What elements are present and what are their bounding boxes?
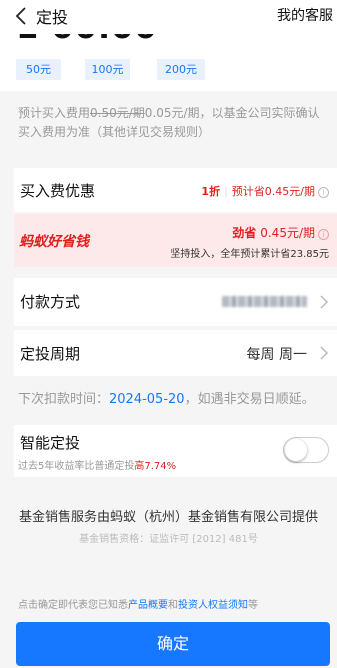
quick-amount-100[interactable]: 100元 xyxy=(85,59,130,80)
promo-subtext: 坚持投入，全年预计累计省23.85元 xyxy=(170,249,329,260)
discount-value: 1折 | 预计省0.45元/期 i xyxy=(201,183,329,199)
agree-suffix: 等 xyxy=(248,600,258,611)
investor-rights-link[interactable]: 投资人权益须知 xyxy=(178,600,248,611)
payment-label: 付款方式 xyxy=(20,293,81,311)
next-debit-date: 2024-05-20 xyxy=(109,392,185,407)
agree-mid: 和 xyxy=(168,600,178,611)
fee-note: 预计买入费用0.50元/期0.05元/期，以基金公司实际确认买入费用为准（其他详… xyxy=(18,104,330,142)
chevron-left-icon[interactable] xyxy=(14,6,28,26)
fee-original: 0.50元/期 xyxy=(90,106,145,120)
customer-service-link[interactable]: 我的客服 xyxy=(277,5,333,25)
product-summary-link[interactable]: 产品概要 xyxy=(128,600,168,611)
smart-sub-prefix: 过去5年收益率比普通定投 xyxy=(18,461,135,472)
cycle-label: 定投周期 xyxy=(20,345,81,363)
agree-prefix: 点击确定即代表您已知悉 xyxy=(18,600,128,611)
next-debit-prefix: 下次扣款时间： xyxy=(18,392,110,407)
smart-title: 智能定投 xyxy=(20,434,81,452)
confirm-button[interactable]: 确定 xyxy=(16,622,330,666)
smart-investment-toggle[interactable] xyxy=(283,437,329,463)
discount-saving: 预计省0.45元/期 xyxy=(231,185,315,198)
discount-row: 买入费优惠 1折 | 预计省0.45元/期 i xyxy=(14,168,337,212)
smart-sub-highlight: 高7.74% xyxy=(134,461,177,472)
amount-input[interactable]: 1 00.00 xyxy=(16,34,158,46)
promo-banner: 蚂蚁好省钱 劲省 0.45元/期 i 坚持投入，全年预计累计省23.85元 xyxy=(14,214,337,267)
promo-save-prefix: 劲省 xyxy=(232,226,257,240)
chevron-right-icon xyxy=(320,295,329,309)
quick-amount-200[interactable]: 200元 xyxy=(157,59,205,80)
discount-label: 买入费优惠 xyxy=(20,182,96,200)
next-debit-suffix: ，如遇非交易日顺延。 xyxy=(184,392,315,407)
chevron-right-icon xyxy=(320,346,329,360)
agreement-note: 点击确定即代表您已知悉产品概要和投资人权益须知等 xyxy=(18,596,258,611)
payment-value-blurred xyxy=(222,296,307,307)
info-icon[interactable]: i xyxy=(318,229,329,240)
quick-amount-50[interactable]: 50元 xyxy=(16,59,61,80)
info-icon[interactable]: i xyxy=(318,187,329,198)
amount-card: 1 00.00 50元 100元 200元 xyxy=(0,34,337,91)
discount-rate: 1折 xyxy=(201,185,221,198)
next-debit-note: 下次扣款时间：2024-05-20，如遇非交易日顺延。 xyxy=(18,388,315,407)
smart-subtext: 过去5年收益率比普通定投高7.74% xyxy=(18,457,176,472)
license-text: 基金销售资格：证监许可 [2012] 481号 xyxy=(79,534,258,545)
promo-save-amount: 0.45元/期 xyxy=(260,226,315,240)
promo-saving: 劲省 0.45元/期 i xyxy=(232,224,329,241)
smart-investment-row: 智能定投 过去5年收益率比普通定投高7.74% xyxy=(14,425,337,477)
top-bar: 定投 我的客服 xyxy=(0,0,337,34)
promo-logo: 蚂蚁好省钱 xyxy=(19,234,89,250)
page-title: 定投 xyxy=(36,8,69,27)
fee-note-prefix: 预计买入费用 xyxy=(18,106,91,120)
toggle-knob xyxy=(285,439,307,461)
investment-cycle-row[interactable]: 定投周期 每周 周一 xyxy=(14,330,337,376)
cycle-value: 每周 周一 xyxy=(246,347,307,363)
divider: | xyxy=(224,185,228,198)
provider-text: 基金销售服务由蚂蚁（杭州）基金销售有限公司提供 xyxy=(18,510,318,525)
payment-method-row[interactable]: 付款方式 xyxy=(14,278,337,326)
